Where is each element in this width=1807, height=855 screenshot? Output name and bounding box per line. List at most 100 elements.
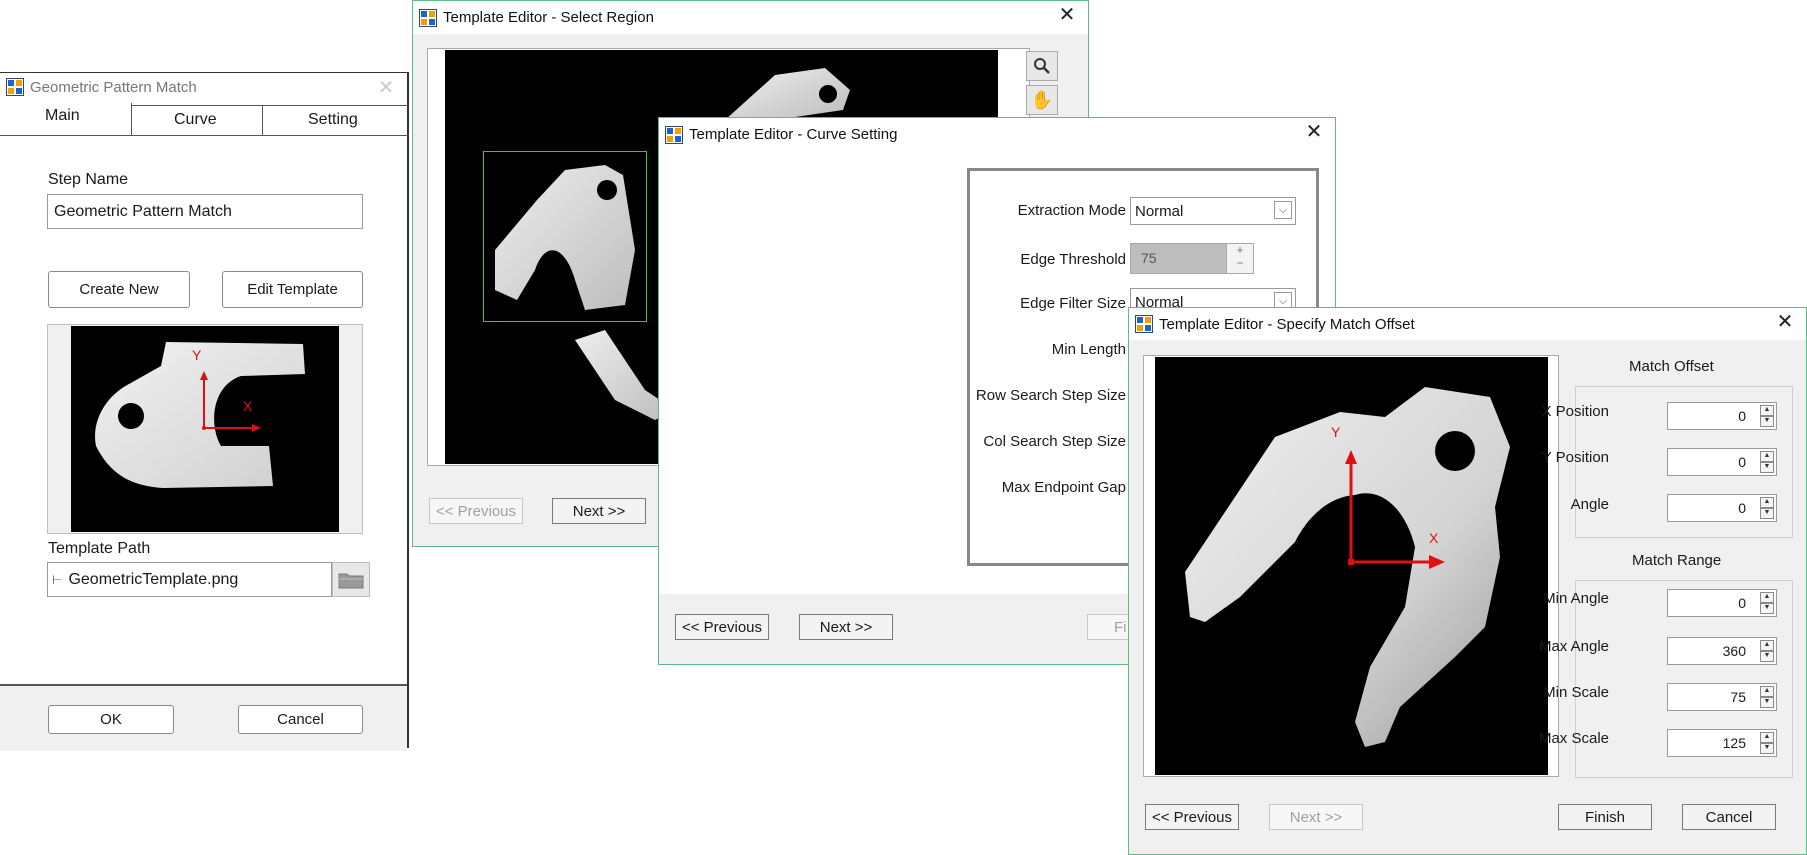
template-path-field[interactable]: ⊢ GeometricTemplate.png: [47, 562, 332, 597]
match-offset-axis-x: X: [1429, 530, 1439, 546]
select-region-previous-button[interactable]: << Previous: [429, 498, 523, 524]
curve-setting-finish-label: Fi: [1114, 618, 1127, 636]
close-icon[interactable]: ✕: [1774, 312, 1796, 332]
curve-setting-next-button[interactable]: Next >>: [799, 614, 893, 640]
gpm-tabbar: Main Curve Setting: [0, 103, 409, 136]
max-angle-label: Max Angle: [1538, 638, 1609, 655]
min-length-label: Min Length: [1051, 341, 1126, 358]
app-icon: [665, 125, 683, 144]
angle-label: Angle: [1570, 496, 1609, 513]
curve-setting-title: Template Editor - Curve Setting: [689, 126, 898, 143]
select-region-next-button[interactable]: Next >>: [552, 498, 646, 524]
angle-value: 0: [1738, 500, 1746, 516]
col-search-step-size-label: Col Search Step Size: [983, 433, 1126, 450]
zoom-icon: [1034, 58, 1050, 74]
row-search-step-size-label: Row Search Step Size: [975, 387, 1126, 404]
max-scale-stepper[interactable]: ▲ ▼: [1760, 732, 1774, 754]
curve-setting-previous-button[interactable]: << Previous: [675, 614, 769, 640]
angle-spinner[interactable]: 0 ▲ ▼: [1667, 494, 1777, 522]
template-path-label: Template Path: [48, 540, 151, 557]
create-new-button[interactable]: Create New: [48, 271, 190, 308]
roi-rectangle[interactable]: [483, 151, 647, 322]
template-axis-y: Y: [192, 347, 202, 363]
max-scale-spinner[interactable]: 125 ▲ ▼: [1667, 729, 1777, 757]
edge-threshold-label: Edge Threshold: [1020, 251, 1126, 268]
zoom-button[interactable]: [1026, 51, 1058, 81]
match-offset-cancel-button[interactable]: Cancel: [1682, 804, 1776, 830]
gpm-titlebar: Geometric Pattern Match ✕: [0, 73, 407, 101]
cancel-button[interactable]: Cancel: [238, 705, 363, 734]
hand-pan-icon: ✋: [1030, 89, 1054, 110]
template-axis-x: X: [243, 398, 253, 414]
select-region-title: Template Editor - Select Region: [443, 9, 654, 26]
tab-setting[interactable]: Setting: [263, 105, 409, 136]
match-offset-axis-y: Y: [1331, 424, 1341, 440]
y-position-label: Y Position: [1541, 449, 1609, 466]
app-icon: [1135, 315, 1153, 333]
chevron-down-icon: ⌵: [1274, 201, 1292, 219]
template-preview-frame: Y X: [47, 324, 363, 534]
tab-curve[interactable]: Curve: [132, 105, 263, 136]
match-offset-window: Template Editor - Specify Match Offset ✕…: [1128, 307, 1807, 855]
max-angle-stepper[interactable]: ▲ ▼: [1760, 640, 1774, 662]
min-angle-spinner[interactable]: 0 ▲ ▼: [1667, 589, 1777, 617]
extraction-mode-value: Normal: [1135, 202, 1184, 220]
max-angle-value: 360: [1722, 643, 1746, 659]
match-offset-canvas-frame: Y X: [1143, 355, 1559, 777]
min-angle-label: Min Angle: [1543, 590, 1609, 607]
x-position-value: 0: [1738, 408, 1746, 424]
max-scale-label: Max Scale: [1538, 730, 1609, 747]
max-endpoint-gap-label: Max Endpoint Gap: [1001, 479, 1126, 496]
y-position-stepper[interactable]: ▲ ▼: [1760, 451, 1774, 473]
max-angle-spinner[interactable]: 360 ▲ ▼: [1667, 637, 1777, 665]
angle-stepper[interactable]: ▲ ▼: [1760, 497, 1774, 519]
min-scale-label: Min Scale: [1543, 684, 1609, 701]
template-path-value: GeometricTemplate.png: [68, 570, 239, 588]
folder-icon: [338, 573, 364, 588]
x-position-label: X Position: [1541, 403, 1609, 420]
match-offset-titlebar: Template Editor - Specify Match Offset ✕: [1129, 308, 1806, 340]
edge-threshold-stepper[interactable]: + −: [1226, 244, 1253, 273]
app-icon: [419, 8, 437, 27]
edit-template-button[interactable]: Edit Template: [222, 271, 363, 308]
ok-button[interactable]: OK: [48, 705, 174, 734]
close-icon[interactable]: ✕: [1056, 5, 1078, 25]
finish-button[interactable]: Finish: [1558, 804, 1652, 830]
match-offset-title: Template Editor - Specify Match Offset: [1159, 315, 1415, 333]
min-scale-stepper[interactable]: ▲ ▼: [1760, 686, 1774, 708]
select-region-titlebar: Template Editor - Select Region ✕: [413, 1, 1088, 34]
x-position-spinner[interactable]: 0 ▲ ▼: [1667, 402, 1777, 430]
step-name-field[interactable]: Geometric Pattern Match: [47, 194, 363, 229]
max-scale-value: 125: [1722, 735, 1746, 751]
geometric-pattern-match-window: Geometric Pattern Match ✕ Main Curve Set…: [0, 72, 409, 751]
edge-threshold-spinner[interactable]: 75 + −: [1130, 243, 1254, 274]
pan-button[interactable]: ✋: [1026, 85, 1058, 115]
y-position-value: 0: [1738, 454, 1746, 470]
edge-filter-size-label: Edge Filter Size: [1020, 295, 1126, 312]
close-icon[interactable]: ✕: [1303, 122, 1325, 142]
min-scale-spinner[interactable]: 75 ▲ ▼: [1667, 683, 1777, 711]
close-icon[interactable]: ✕: [375, 78, 397, 98]
extraction-mode-label: Extraction Mode: [1017, 202, 1126, 219]
tab-main[interactable]: Main: [0, 103, 132, 135]
tab-curve-label: Curve: [174, 111, 217, 128]
match-range-heading: Match Range: [1632, 552, 1722, 569]
browse-folder-button[interactable]: [332, 562, 370, 597]
app-icon: [6, 78, 24, 96]
edge-threshold-value: 75: [1141, 250, 1157, 266]
extraction-mode-select[interactable]: Normal ⌵: [1130, 197, 1296, 225]
min-scale-value: 75: [1730, 689, 1746, 705]
y-position-spinner[interactable]: 0 ▲ ▼: [1667, 448, 1777, 476]
x-position-stepper[interactable]: ▲ ▼: [1760, 405, 1774, 427]
min-angle-value: 0: [1738, 595, 1746, 611]
min-angle-stepper[interactable]: ▲ ▼: [1760, 592, 1774, 614]
match-offset-next-button[interactable]: Next >>: [1269, 804, 1363, 830]
tab-setting-label: Setting: [308, 111, 358, 128]
gpm-title: Geometric Pattern Match: [30, 78, 197, 96]
tree-icon: ⊢: [52, 572, 63, 587]
match-offset-heading: Match Offset: [1629, 358, 1714, 375]
tab-main-label: Main: [45, 107, 80, 124]
match-offset-previous-button[interactable]: << Previous: [1145, 804, 1239, 830]
curve-setting-titlebar: Template Editor - Curve Setting ✕: [659, 118, 1335, 151]
step-name-label: Step Name: [48, 171, 129, 188]
